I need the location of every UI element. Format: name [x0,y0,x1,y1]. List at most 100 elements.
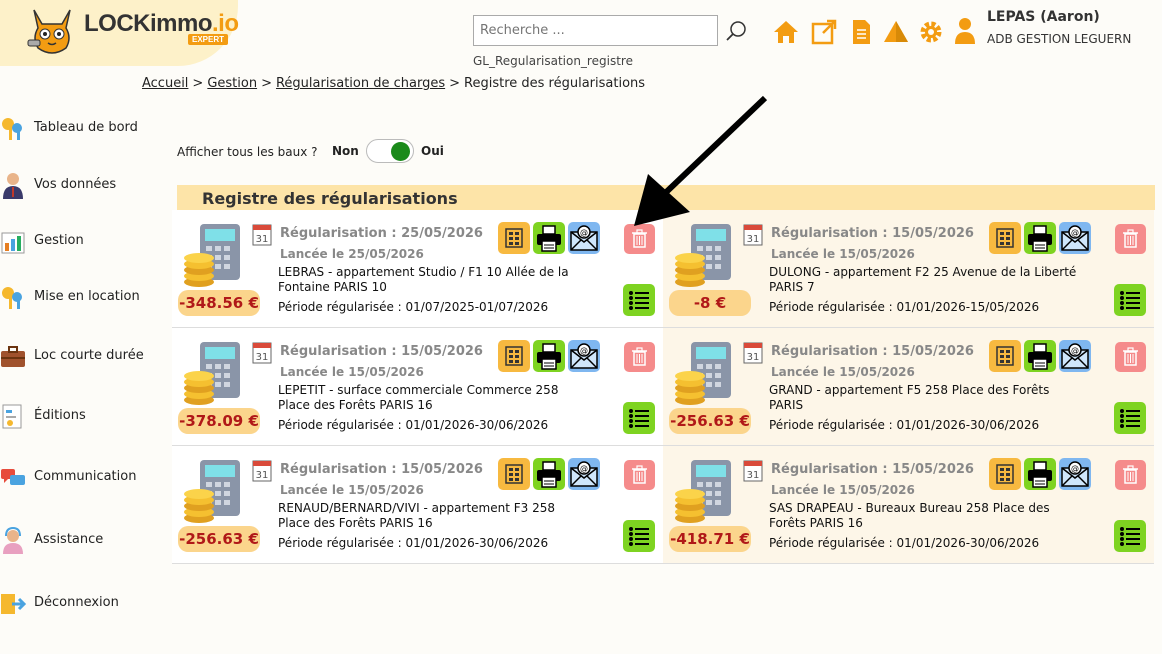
list-icon [629,409,649,428]
print-button[interactable] [533,458,565,490]
sidebar-item-loc-courte-duree[interactable]: Loc courte durée [0,342,170,374]
svg-text:@: @ [1071,464,1079,473]
print-button[interactable] [533,340,565,372]
search-input[interactable] [473,15,718,46]
delete-button[interactable] [1115,224,1146,254]
details-list-button[interactable] [623,520,655,552]
user-icon[interactable] [954,17,976,45]
email-button[interactable]: @ [568,222,600,254]
email-button[interactable]: @ [1059,458,1091,490]
details-list-button[interactable] [1114,520,1146,552]
report-icon [2,404,22,429]
search-icon[interactable] [726,20,748,42]
sidebar-item-gestion[interactable]: Gestion [0,227,170,259]
calculate-button[interactable] [498,458,530,490]
user-name: LEPAS (Aaron) [987,9,1100,25]
delete-button[interactable] [624,460,655,490]
svg-text:31: 31 [747,352,760,363]
delete-button[interactable] [624,342,655,372]
delete-button[interactable] [1115,342,1146,372]
page-code: GL_Regularisation_registre [473,54,633,68]
sidebar-item-deconnexion[interactable]: Déconnexion [0,589,170,621]
regularisation-card: 31 -256.63 € Régularisation : 15/05/2026… [663,328,1154,446]
sidebar-item-assistance[interactable]: Assistance [0,526,170,558]
calculate-button[interactable] [989,222,1021,254]
document-icon[interactable] [847,18,875,46]
sidebar-item-mise-en-location[interactable]: Mise en location [0,283,170,315]
chart-icon [1,232,25,254]
details-list-button[interactable] [623,284,655,316]
svg-text:@: @ [580,346,588,355]
lease-description: GRAND - appartement F5 258 Place des For… [769,383,1050,412]
show-all-leases-toggle[interactable] [366,139,414,163]
email-button[interactable]: @ [1059,222,1091,254]
lease-description: LEPETIT - surface commerciale Commerce 2… [278,383,559,412]
list-icon [629,291,649,310]
regularisation-card: 31 -348.56 € Régularisation : 25/05/2026… [172,210,663,328]
calculator-coins-icon [184,224,240,287]
print-button[interactable] [1024,458,1056,490]
external-link-icon[interactable] [810,18,838,46]
email-button[interactable]: @ [568,458,600,490]
details-list-button[interactable] [1114,402,1146,434]
warning-icon[interactable] [882,18,910,46]
amount-badge: -256.63 € [178,526,260,552]
home-icon[interactable] [772,18,800,46]
calendar-icon: 31 [743,460,763,482]
trash-icon [1123,465,1138,484]
breadcrumb-regularisation[interactable]: Régularisation de charges [276,76,445,91]
sidebar-item-vos-donnees[interactable]: Vos données [0,171,170,203]
print-button[interactable] [1024,222,1056,254]
period: Période régularisée : 01/01/2026-30/06/2… [769,418,1040,432]
amount-badge: -256.63 € [669,408,751,434]
lease-description: RENAUD/BERNARD/VIVI - appartement F3 258… [278,501,556,530]
toggle-on-label: Oui [421,144,444,158]
sidebar-item-communication[interactable]: Communication [0,463,170,495]
svg-text:31: 31 [256,470,269,481]
regularisation-card: 31 -418.71 € Régularisation : 15/05/2026… [663,446,1154,564]
sidebar-item-tableau-de-bord[interactable]: Tableau de bord [0,114,170,146]
sidebar-item-editions[interactable]: Éditions [0,402,170,434]
calculate-button[interactable] [989,458,1021,490]
logo-area[interactable]: LOCKimmo.io EXPERT [0,0,239,66]
regularisation-date: Régularisation : 15/05/2026 [771,344,974,359]
breadcrumb-accueil[interactable]: Accueil [142,76,188,91]
email-button[interactable]: @ [1059,340,1091,372]
regularisation-date: Régularisation : 15/05/2026 [280,462,483,477]
breadcrumb-current: Registre des régularisations [464,76,646,91]
user-company: ADB GESTION LEGUERN [987,32,1132,46]
details-list-button[interactable] [1114,284,1146,316]
regularisation-card: 31 -256.63 € Régularisation : 15/05/2026… [172,446,663,564]
calculate-button[interactable] [498,340,530,372]
chat-icon [1,469,25,485]
calendar-icon: 31 [252,342,272,364]
calendar-icon: 31 [743,342,763,364]
support-agent-icon [3,526,23,554]
period: Période régularisée : 01/07/2025-01/07/2… [278,300,549,314]
list-icon [1120,291,1140,310]
calculate-button[interactable] [498,222,530,254]
logo-badge: EXPERT [188,34,229,45]
amount-badge: -8 € [669,290,751,316]
regularisation-date: Régularisation : 15/05/2026 [280,344,483,359]
calculate-button[interactable] [989,340,1021,372]
details-list-button[interactable] [623,402,655,434]
email-button[interactable]: @ [568,340,600,372]
regularisation-date: Régularisation : 25/05/2026 [280,226,483,241]
gear-icon[interactable] [917,18,945,46]
period: Période régularisée : 01/01/2026-30/06/2… [278,418,549,432]
calendar-icon: 31 [252,460,272,482]
svg-text:31: 31 [747,234,760,245]
print-button[interactable] [1024,340,1056,372]
section-title: Registre des régularisations [202,189,458,208]
breadcrumb-gestion[interactable]: Gestion [207,76,257,91]
keys-icon [2,118,22,140]
toggle-knob [391,142,410,161]
amount-badge: -348.56 € [178,290,260,316]
print-button[interactable] [533,222,565,254]
launch-date: Lancée le 15/05/2026 [771,365,915,379]
calculator-coins-icon [184,342,240,405]
period: Période régularisée : 01/01/2026-30/06/2… [769,536,1040,550]
delete-button[interactable] [1115,460,1146,490]
toggle-label: Afficher tous les baux ? [177,145,318,159]
